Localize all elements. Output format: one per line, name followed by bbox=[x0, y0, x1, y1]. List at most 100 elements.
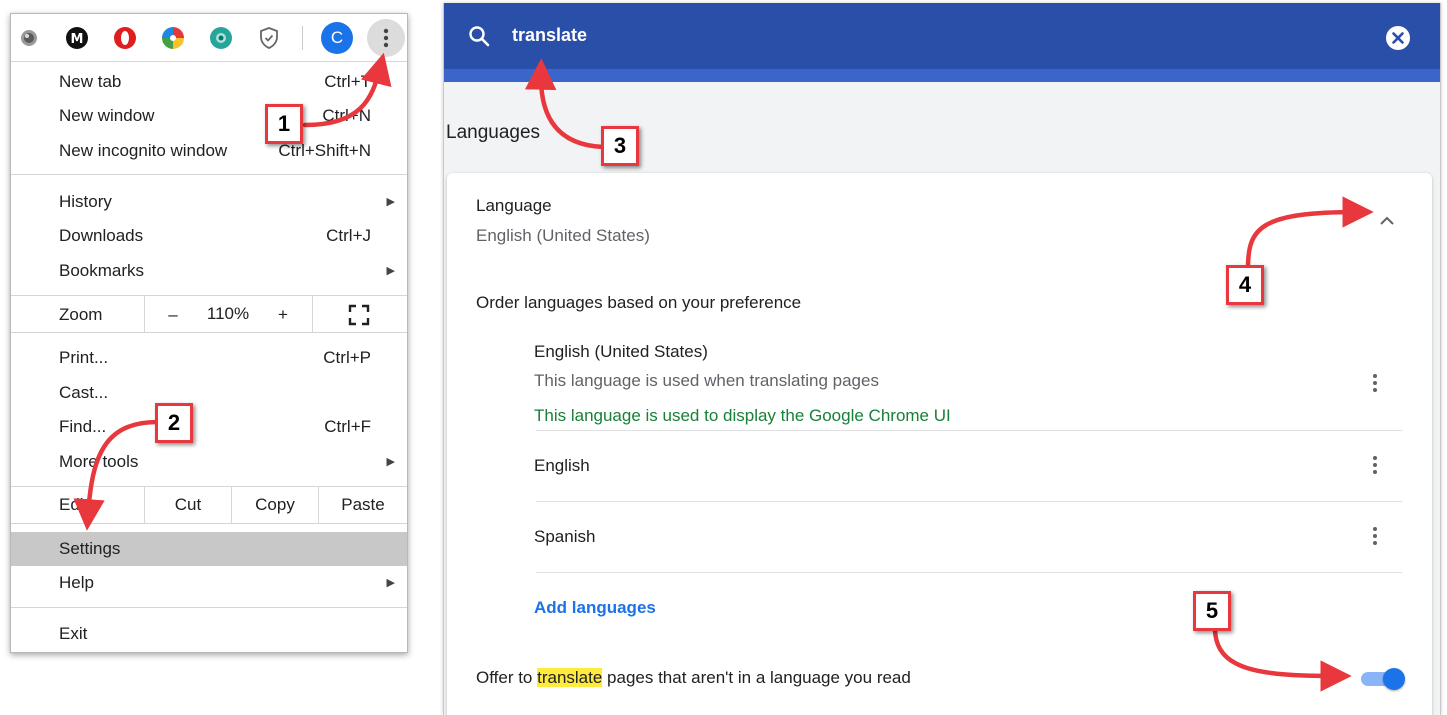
language-item-ui-note: This language is used to display the Goo… bbox=[534, 406, 951, 425]
menu-divider bbox=[11, 486, 407, 487]
colorwheel-extension-icon[interactable] bbox=[161, 26, 185, 50]
menu-downloads-shortcut: Ctrl+J bbox=[326, 226, 371, 245]
menu-settings[interactable]: Settings bbox=[11, 532, 407, 566]
teal-extension-icon[interactable] bbox=[209, 26, 233, 50]
menu-cast-label: Cast... bbox=[59, 383, 109, 402]
chevron-up-icon[interactable] bbox=[1377, 213, 1397, 227]
toggle-knob bbox=[1383, 668, 1405, 690]
menu-find[interactable]: Find... Ctrl+F bbox=[11, 410, 407, 444]
menu-incognito-label: New incognito window bbox=[59, 141, 228, 160]
submenu-arrow-icon: ▶ bbox=[386, 456, 395, 468]
offer-translate-toggle[interactable] bbox=[1359, 668, 1405, 690]
menu-more-tools[interactable]: More tools ▶ bbox=[11, 445, 407, 479]
step-marker: 4 bbox=[1226, 265, 1264, 305]
zoom-out-button[interactable]: – bbox=[158, 298, 188, 332]
step-marker: 5 bbox=[1193, 591, 1231, 631]
menu-cast[interactable]: Cast... bbox=[11, 376, 407, 410]
submenu-arrow-icon: ▶ bbox=[386, 196, 395, 208]
menu-divider bbox=[11, 332, 407, 333]
menu-help[interactable]: Help ▶ bbox=[11, 566, 407, 600]
chrome-main-menu: M C New tab Ctrl+T New window Ctrl+N New… bbox=[10, 13, 408, 653]
extensions-toolbar: M C bbox=[11, 14, 407, 61]
clear-search-icon[interactable] bbox=[1385, 25, 1411, 51]
list-divider bbox=[536, 430, 1402, 431]
step-marker: 3 bbox=[601, 126, 639, 166]
zoom-level: 110% bbox=[206, 304, 250, 323]
submenu-arrow-icon: ▶ bbox=[386, 265, 395, 277]
menu-downloads[interactable]: Downloads Ctrl+J bbox=[11, 219, 407, 253]
languages-card: Language English (United States) Order l… bbox=[447, 173, 1432, 715]
menu-new-window[interactable]: New window Ctrl+N bbox=[11, 99, 407, 133]
menu-help-label: Help bbox=[59, 573, 94, 592]
menu-divider bbox=[11, 61, 407, 62]
offer-prefix: Offer to bbox=[476, 668, 538, 687]
menu-print-shortcut: Ctrl+P bbox=[323, 348, 371, 367]
dark-m-extension-icon[interactable]: M bbox=[65, 26, 89, 50]
menu-button[interactable] bbox=[367, 19, 405, 57]
kebab-menu-icon bbox=[383, 28, 389, 48]
menu-divider bbox=[312, 296, 313, 332]
circle-extension-icon[interactable] bbox=[17, 26, 41, 50]
list-divider bbox=[536, 572, 1402, 573]
language-options-icon[interactable] bbox=[1373, 527, 1377, 548]
opera-extension-icon[interactable] bbox=[113, 26, 137, 50]
menu-settings-label: Settings bbox=[59, 539, 121, 558]
paste-button[interactable]: Paste bbox=[319, 488, 407, 522]
menu-divider bbox=[144, 296, 145, 332]
menu-find-shortcut: Ctrl+F bbox=[324, 417, 371, 436]
menu-divider bbox=[11, 295, 407, 296]
menu-exit-label: Exit bbox=[59, 624, 88, 643]
shield-extension-icon[interactable] bbox=[257, 26, 281, 50]
search-input[interactable]: translate bbox=[512, 25, 587, 46]
menu-bookmarks-label: Bookmarks bbox=[59, 261, 145, 280]
offer-translate-label: Offer to translate pages that aren't in … bbox=[476, 668, 911, 688]
copy-button[interactable]: Copy bbox=[232, 488, 318, 522]
settings-page: translate Languages Language English (Un… bbox=[443, 3, 1441, 715]
section-title-languages: Languages bbox=[446, 122, 541, 143]
search-highlight: translate bbox=[537, 668, 603, 687]
offer-suffix: pages that aren't in a language you read bbox=[602, 668, 911, 687]
order-languages-text: Order languages based on your preference bbox=[476, 293, 802, 312]
menu-divider bbox=[11, 174, 407, 175]
profile-avatar[interactable]: C bbox=[321, 22, 353, 54]
language-item-note: This language is used when translating p… bbox=[534, 371, 879, 390]
language-options-icon[interactable] bbox=[1373, 374, 1377, 395]
language-item-name: English (United States) bbox=[534, 342, 708, 361]
menu-new-incognito-window[interactable]: New incognito window Ctrl+Shift+N bbox=[11, 134, 407, 168]
menu-exit[interactable]: Exit bbox=[11, 617, 407, 651]
toolbar-separator bbox=[302, 26, 303, 50]
language-options-icon[interactable] bbox=[1373, 456, 1377, 477]
menu-new-window-shortcut: Ctrl+N bbox=[322, 106, 371, 125]
language-item-name: Spanish bbox=[534, 527, 596, 546]
list-divider bbox=[536, 501, 1402, 502]
menu-new-window-label: New window bbox=[59, 106, 155, 125]
menu-new-tab-shortcut: Ctrl+T bbox=[324, 72, 371, 91]
menu-edit-label: Edit bbox=[59, 495, 89, 514]
menu-history-label: History bbox=[59, 192, 112, 211]
menu-history[interactable]: History ▶ bbox=[11, 185, 407, 219]
search-icon bbox=[469, 26, 490, 47]
menu-downloads-label: Downloads bbox=[59, 226, 144, 245]
menu-zoom-label: Zoom bbox=[59, 305, 103, 324]
menu-divider bbox=[11, 523, 407, 524]
add-languages-link[interactable]: Add languages bbox=[534, 598, 656, 618]
step-marker: 1 bbox=[265, 104, 303, 144]
menu-print-label: Print... bbox=[59, 348, 109, 367]
fullscreen-icon[interactable] bbox=[348, 304, 370, 326]
menu-more-tools-label: More tools bbox=[59, 452, 139, 471]
menu-print[interactable]: Print... Ctrl+P bbox=[11, 341, 407, 375]
cut-button[interactable]: Cut bbox=[145, 488, 231, 522]
language-label: Language bbox=[476, 196, 552, 215]
submenu-arrow-icon: ▶ bbox=[386, 577, 395, 589]
menu-new-tab-label: New tab bbox=[59, 72, 122, 91]
zoom-in-button[interactable]: + bbox=[268, 298, 298, 332]
menu-find-label: Find... bbox=[59, 417, 107, 436]
language-item-name: English bbox=[534, 456, 590, 475]
step-marker: 2 bbox=[155, 403, 193, 443]
svg-text:M: M bbox=[71, 32, 84, 47]
menu-divider bbox=[11, 607, 407, 608]
settings-search-bar: translate bbox=[444, 3, 1440, 69]
menu-new-tab[interactable]: New tab Ctrl+T bbox=[11, 65, 407, 99]
menu-bookmarks[interactable]: Bookmarks ▶ bbox=[11, 254, 407, 288]
language-value: English (United States) bbox=[476, 226, 650, 245]
